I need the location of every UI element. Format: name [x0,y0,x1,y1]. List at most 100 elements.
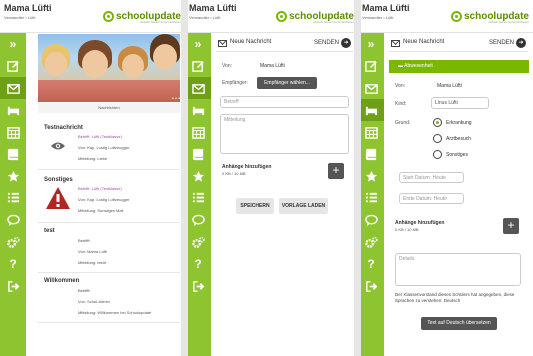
star-icon[interactable] [0,165,26,187]
divider [38,322,180,323]
absence-bar: ▬ Abwesenheit [389,60,529,73]
absence-screen: Mama Lüfti Verwandter • Lüfti schoolupda… [358,0,533,356]
save-button[interactable]: SPEICHERN [236,198,274,214]
sidebar: » ? [0,33,26,356]
compose-title: Neue Nachricht [230,39,272,45]
expand-icon[interactable]: » [0,33,26,55]
kids-photo [38,34,180,102]
from-label: Von: [395,83,406,89]
from-value: Mama Lüfti [260,63,285,69]
language-notice: Der Klassenvorstand dieses Schülers hat … [395,292,515,303]
bed-icon[interactable] [185,99,211,121]
attachments-size: 0 KB / 10 MB [222,171,246,176]
add-attachment-button[interactable]: + [328,163,344,179]
subject-input[interactable]: Betreff [220,96,349,108]
inbox-screen: Mama Lüfti Verwandter • Lüfti schoolupda… [0,0,185,356]
chat-icon[interactable] [358,209,384,231]
settings-icon[interactable] [0,231,26,253]
edit-icon[interactable] [185,55,211,77]
warning-icon [46,187,70,209]
book-icon[interactable] [358,143,384,165]
help-icon[interactable]: ? [0,253,26,275]
carousel-dots[interactable]: • • • [172,96,180,102]
compose-header: Neue Nachricht SENDEN ➜ [216,37,353,52]
end-date-input[interactable]: Ende Datum: Heute [399,193,464,204]
screen-divider [181,0,188,356]
bed-icon[interactable] [0,99,26,121]
chat-icon[interactable] [0,209,26,231]
attachments-size: 0 KB / 10 MB [395,227,419,232]
recipient-label: Empfänger: [222,80,248,86]
help-icon[interactable]: ? [185,253,211,275]
mail-icon[interactable] [358,77,384,99]
calendar-icon[interactable] [358,121,384,143]
child-select[interactable]: Linus Lüfti [431,97,489,109]
child-label: Kind: [395,101,407,107]
book-icon[interactable] [185,143,211,165]
mail-icon[interactable] [185,77,211,99]
send-button[interactable]: SENDEN ➜ [314,38,351,48]
edit-icon[interactable] [358,55,384,77]
logout-icon[interactable] [0,275,26,297]
list-icon[interactable] [185,187,211,209]
compose-header: Neue Nachricht SENDEN ➜ [389,37,528,52]
calendar-icon[interactable] [0,121,26,143]
expand-icon[interactable]: » [185,33,211,55]
arrow-right-icon: ➜ [516,38,526,48]
message-title: test [44,228,55,234]
user-role: Verwandter • Lüfti [362,15,394,20]
attachments-label: Anhänge hinzufügen [222,164,272,170]
details-input[interactable]: Details [395,253,521,286]
reason-radio-other[interactable] [433,150,442,159]
message-title: Testnachricht [44,125,83,131]
user-name: Mama Lüfti [362,3,410,13]
bed-icon[interactable] [358,99,384,121]
star-icon[interactable] [358,165,384,187]
reason-label: Grund: [395,120,411,126]
top-bar: Mama Lüfti Verwandter • Lüfti schoolupda… [185,0,358,33]
load-template-button[interactable]: VORLAGE LADEN [279,198,328,214]
message-title: Sonstiges [44,177,73,183]
logo-icon [275,10,287,22]
choose-recipient-button[interactable]: Empfänger wählen... [257,77,317,89]
top-bar: Mama Lüfti Verwandter • Lüfti schoolupda… [0,0,185,33]
add-attachment-button[interactable]: + [503,218,519,234]
list-icon[interactable] [358,187,384,209]
help-icon[interactable]: ? [358,253,384,275]
settings-icon[interactable] [185,231,211,253]
list-icon[interactable] [0,187,26,209]
user-role: Verwandter • Lüfti [4,15,36,20]
logout-icon[interactable] [358,275,384,297]
mail-icon[interactable] [0,77,26,99]
calendar-icon[interactable] [185,121,211,143]
top-bar: Mama Lüfti Verwandter • Lüfti schoolupda… [358,0,533,33]
chat-icon[interactable] [185,209,211,231]
divider [38,222,180,223]
envelope-icon [391,40,400,47]
book-icon[interactable] [0,143,26,165]
from-value: Mama Lüfti [437,83,462,89]
logout-icon[interactable] [185,275,211,297]
expand-icon[interactable]: » [358,33,384,55]
compose-title: Neue Nachricht [403,39,445,45]
message-title: Willkommen [44,278,80,284]
envelope-icon [218,40,227,47]
reason-radio-doctor[interactable] [433,134,442,143]
sidebar: » ? [185,33,211,356]
arrow-right-icon: ➜ [341,38,351,48]
edit-icon[interactable] [0,55,26,77]
message-input[interactable]: Mitteilung [220,114,349,154]
send-button[interactable]: SENDEN ➜ [489,38,526,48]
screen-divider [354,0,361,356]
user-role: Verwandter • Lüfti [189,15,221,20]
reason-radio-illness[interactable] [433,118,442,127]
translate-button[interactable]: Text auf Deutsch übersetzen [421,317,497,330]
logo-icon [102,10,114,22]
divider [38,272,180,273]
eye-icon [51,142,65,150]
settings-icon[interactable] [358,231,384,253]
star-icon[interactable] [185,165,211,187]
from-label: Von: [222,63,233,69]
start-date-input[interactable]: Start Datum: Heute [399,172,464,183]
divider [38,169,180,170]
